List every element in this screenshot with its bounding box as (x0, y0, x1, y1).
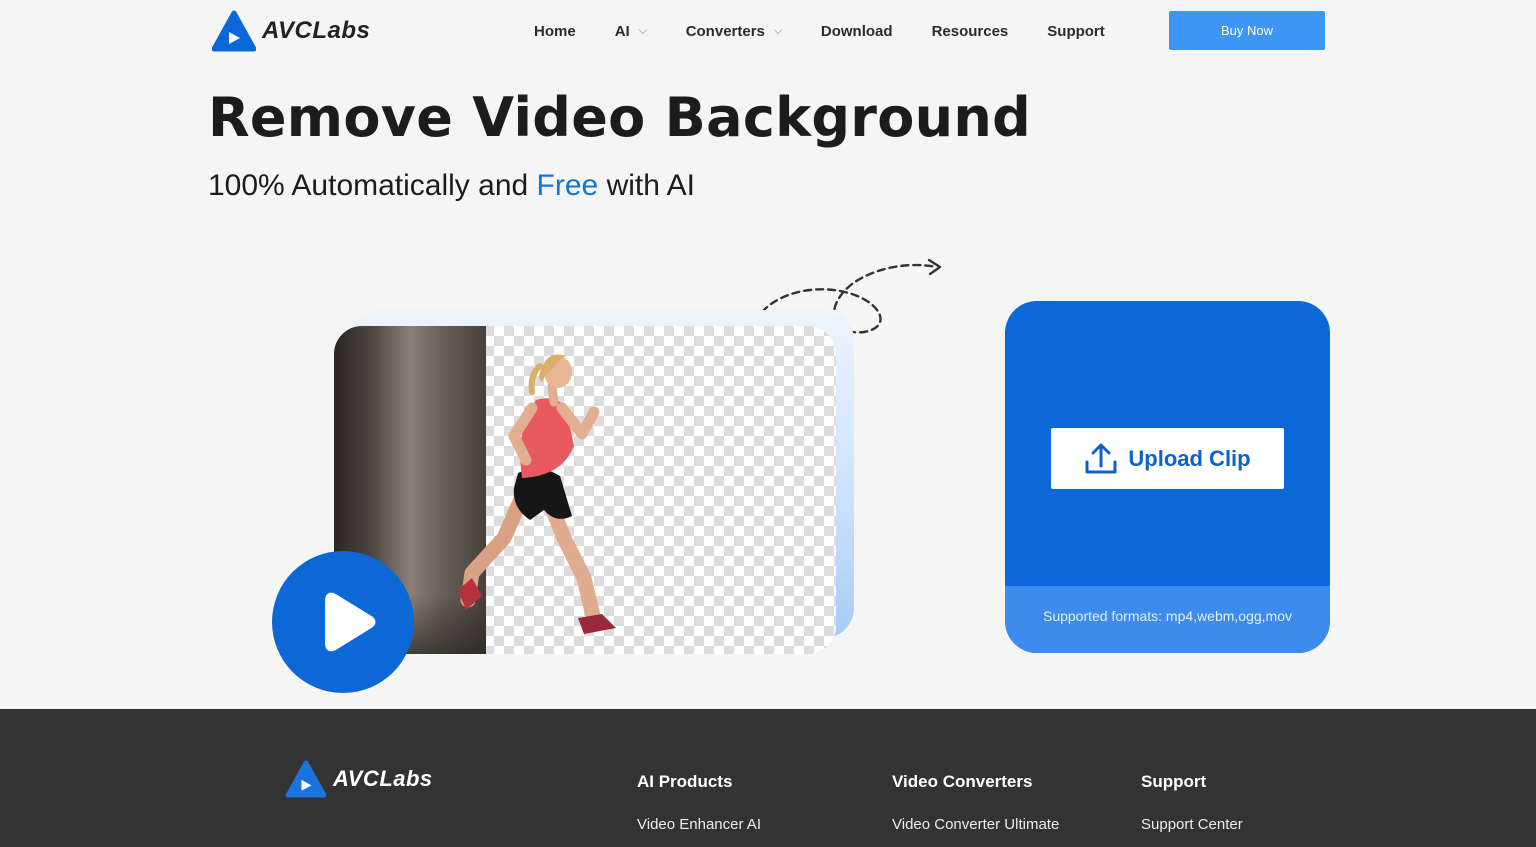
play-icon (325, 592, 376, 652)
chevron-down-icon (773, 25, 783, 34)
footer-column-support: Support Support Center (1141, 771, 1243, 834)
subtitle-prefix: 100% Automatically and (208, 169, 537, 202)
subtitle-suffix: with AI (598, 169, 695, 202)
brand-name: AVCLabs (262, 17, 371, 44)
nav-label: Converters (685, 22, 765, 40)
nav-item-converters[interactable]: Converters (685, 22, 783, 40)
footer-heading: Video Converters (892, 772, 1033, 791)
upload-clip-label: Upload Clip (1128, 445, 1251, 471)
nav-label: Resources (931, 22, 1009, 40)
footer-heading: AI Products (637, 772, 733, 791)
footer-column-video-converters: Video Converters Video Converter Ultimat… (892, 771, 1059, 834)
brand-logo[interactable]: AVCLabs (212, 10, 370, 52)
nav-label: Support (1047, 22, 1105, 40)
footer-link[interactable]: Video Enhancer AI (637, 816, 761, 834)
upload-clip-button[interactable]: Upload Clip (1051, 428, 1284, 489)
upload-panel[interactable]: Upload Clip Supported formats: mp4,webm,… (1005, 301, 1330, 653)
runner-image (458, 354, 616, 634)
page-title: Remove Video Background (208, 86, 1032, 149)
nav-label: Home (534, 22, 576, 40)
footer-brand-logo[interactable]: AVCLabs (285, 760, 433, 798)
upload-icon (1085, 443, 1117, 473)
nav-item-download[interactable]: Download (821, 23, 893, 40)
footer-column-ai-products: AI Products Video Enhancer AI (637, 771, 761, 834)
avclabs-logo-icon (212, 10, 256, 52)
site-header: AVCLabs Home AI Converters Download Reso… (0, 0, 1536, 62)
nav-label: Download (820, 22, 893, 40)
hero-subtitle: 100% Automatically and Free with AI (208, 168, 695, 204)
supported-formats-text: Supported formats: mp4,webm,ogg,mov (1042, 608, 1292, 624)
subtitle-accent: Free (536, 169, 599, 202)
main-nav: Home AI Converters Download Resources Su… (534, 20, 1105, 42)
nav-item-ai[interactable]: AI (614, 22, 647, 40)
play-button[interactable] (272, 551, 414, 693)
site-footer: AVCLabs AI Products Video Enhancer AI Vi… (0, 709, 1536, 847)
footer-link[interactable]: Support Center (1141, 816, 1243, 834)
nav-item-support[interactable]: Support (1047, 23, 1105, 40)
avclabs-logo-icon (285, 760, 327, 798)
buy-now-button[interactable]: Buy Now (1169, 11, 1325, 50)
nav-item-resources[interactable]: Resources (932, 23, 1009, 40)
chevron-down-icon (638, 25, 647, 34)
formats-bar: Supported formats: mp4,webm,ogg,mov (1005, 586, 1330, 653)
footer-heading: Support (1141, 772, 1207, 791)
footer-link[interactable]: Video Converter Ultimate (892, 816, 1059, 834)
nav-item-home[interactable]: Home (534, 23, 576, 40)
nav-label: AI (614, 22, 630, 40)
footer-brand-name: AVCLabs (333, 766, 433, 791)
